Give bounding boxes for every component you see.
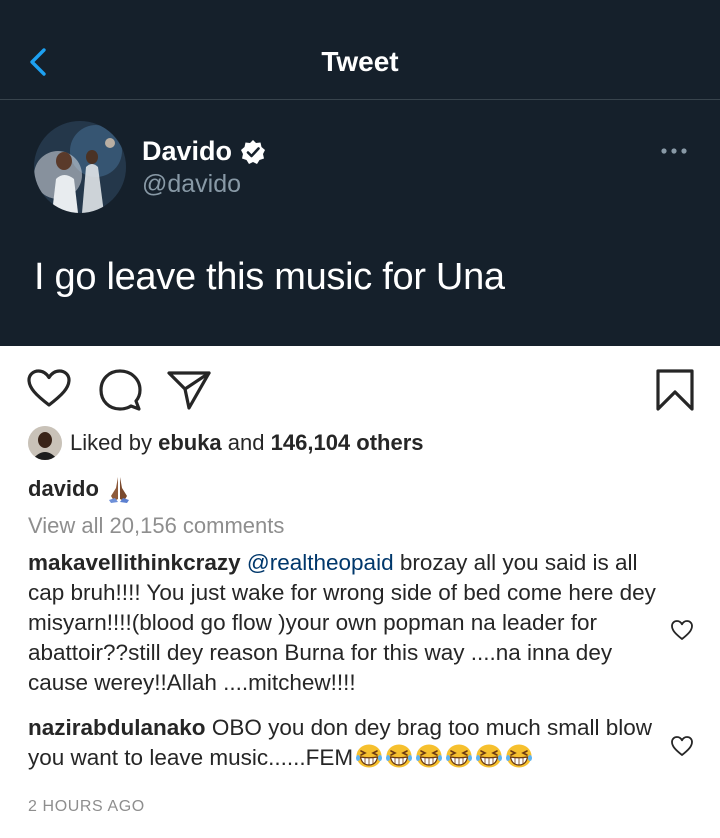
liker-username[interactable]: ebuka xyxy=(158,430,222,456)
grinning-squinting-face-emoji xyxy=(356,744,383,768)
folded-hands-emoji xyxy=(108,477,129,503)
comment-username[interactable]: makavellithinkcrazy xyxy=(28,550,241,575)
verified-badge-icon xyxy=(241,139,266,164)
likes-count[interactable]: 146,104 others xyxy=(271,430,424,456)
tweet-screenshot: Tweet Davido @davido I go leave this mus… xyxy=(0,0,720,346)
grinning-squinting-face-emoji xyxy=(476,744,503,768)
like-heart-icon[interactable] xyxy=(26,368,72,408)
laughing-emoji-row xyxy=(353,743,533,769)
grinning-squinting-face-emoji xyxy=(416,744,443,768)
tweet-text: I go leave this music for Una xyxy=(34,256,505,298)
comment-like-heart-icon[interactable] xyxy=(670,735,694,757)
grinning-squinting-face-emoji xyxy=(386,744,413,768)
likes-conjunction: and xyxy=(227,430,265,455)
comment-username[interactable]: nazirabdulanako xyxy=(28,715,206,740)
tweet-author-avatar[interactable] xyxy=(34,121,126,213)
comment-bubble-icon[interactable] xyxy=(98,368,142,412)
tweet-author-name[interactable]: Davido xyxy=(142,136,232,167)
liker-avatar[interactable] xyxy=(28,426,62,460)
post-caption: davido xyxy=(28,474,133,504)
more-options-icon[interactable] xyxy=(660,146,688,156)
bookmark-save-icon[interactable] xyxy=(655,368,695,412)
likes-prefix: Liked by xyxy=(70,430,152,455)
grinning-squinting-face-emoji xyxy=(506,744,533,768)
tweet-author-handle[interactable]: @davido xyxy=(142,170,241,199)
view-all-comments-link[interactable]: View all 20,156 comments xyxy=(28,513,284,539)
tweet-author-row: Davido xyxy=(142,136,266,167)
comment-item: makavellithinkcrazy @realtheopaid brozay… xyxy=(28,548,658,698)
post-timestamp: 2 HOURS AGO xyxy=(28,798,145,815)
comment-like-heart-icon[interactable] xyxy=(670,619,694,641)
tweet-header: Tweet xyxy=(0,0,720,100)
tweet-header-title: Tweet xyxy=(321,46,399,77)
comment-mention[interactable]: @realtheopaid xyxy=(247,550,394,575)
likes-summary: Liked by ebuka and 146,104 others xyxy=(28,425,424,461)
share-send-icon[interactable] xyxy=(166,370,212,410)
caption-username[interactable]: davido xyxy=(28,476,99,502)
comment-item: nazirabdulanako OBO you don dey brag too… xyxy=(28,713,658,773)
grinning-squinting-face-emoji xyxy=(446,744,473,768)
post-action-bar xyxy=(0,346,720,426)
